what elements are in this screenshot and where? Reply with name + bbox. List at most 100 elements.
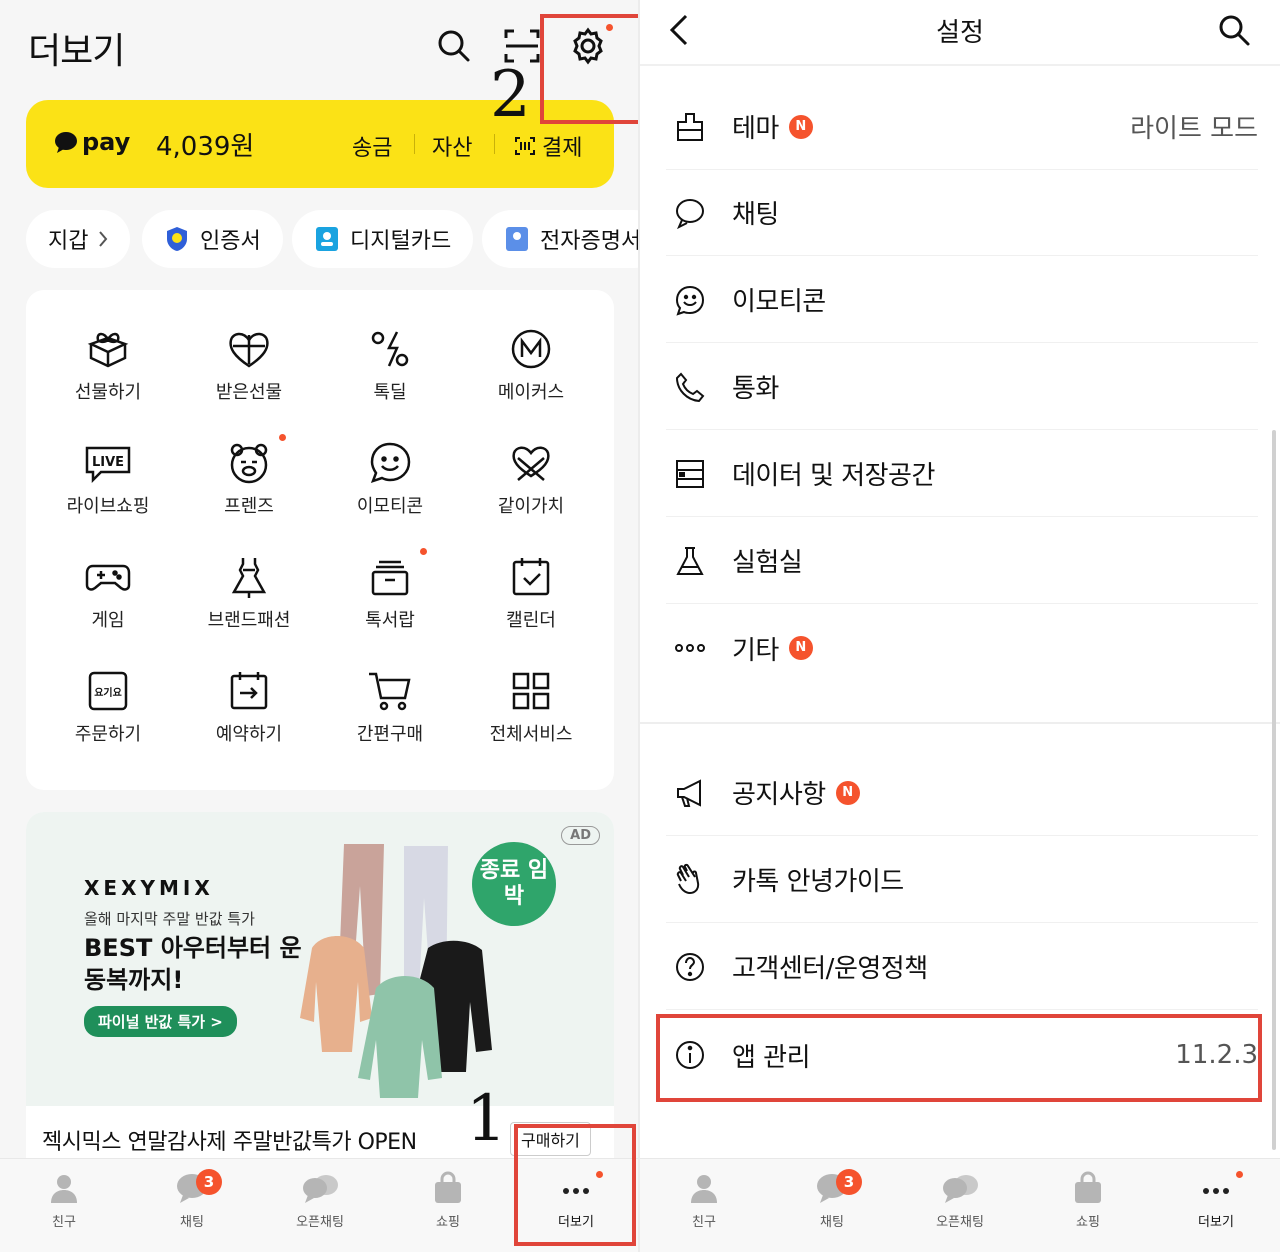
settings-row-data-storage[interactable]: 데이터 및 저장공간 <box>666 431 1258 517</box>
settings-row-notice[interactable]: 공지사항 N <box>666 750 1258 836</box>
service-grid: 선물하기 받은선물 톡딜 메이커스 LIVE 라이브쇼핑 프렌즈 이모티콘 같이… <box>26 290 614 790</box>
grid-item-easy-buy[interactable]: 간편구매 <box>320 668 460 746</box>
wave-hand-icon <box>666 863 714 897</box>
new-badge: N <box>788 636 813 660</box>
settings-row-guide[interactable]: 카톡 안녕가이드 <box>666 837 1258 923</box>
grid-item-makers[interactable]: 메이커스 <box>461 326 601 404</box>
makers-m-icon <box>511 329 551 369</box>
new-badge: N <box>835 780 860 805</box>
friends-bear-icon <box>230 443 268 484</box>
open-chat-icon <box>303 1175 338 1203</box>
search-icon[interactable] <box>434 26 474 66</box>
heart-gift-icon <box>229 332 269 368</box>
smile-bubble-icon <box>370 442 411 484</box>
svg-text:요기요: 요기요 <box>94 686 122 699</box>
storage-icon <box>666 458 714 490</box>
page-title: 설정 <box>936 18 984 48</box>
tab-chat[interactable]: 3 채팅 <box>768 1169 896 1230</box>
highlight-box-more-tab <box>514 1124 636 1246</box>
ad-tag: AD <box>561 826 600 845</box>
open-chat-icon <box>943 1175 978 1203</box>
chip-wallet[interactable]: 지갑 <box>26 210 131 268</box>
more-screen: 더보기 pay 4,039원 송금 자산 결제 지갑 인증서 디지털카드 전자증… <box>0 0 640 1252</box>
highlight-box-settings <box>540 14 640 124</box>
tab-friends[interactable]: 친구 <box>0 1171 128 1230</box>
settings-row-call[interactable]: 통화 <box>666 344 1258 430</box>
person-icon <box>51 1175 77 1203</box>
shopping-bag-icon <box>1075 1171 1101 1203</box>
dress-icon <box>231 558 267 598</box>
settings-row-theme[interactable]: 테마 N 라이트 모드 <box>666 84 1258 170</box>
page-title: 더보기 <box>28 31 125 72</box>
cart-icon <box>369 672 411 711</box>
chip-e-certificate[interactable]: 전자증명서 <box>482 210 640 268</box>
settings-row-lab[interactable]: 실험실 <box>666 518 1258 604</box>
grid-item-emoticon[interactable]: 이모티콘 <box>320 440 460 518</box>
chat-badge: 3 <box>836 1169 862 1195</box>
annotation-step-1: 1 <box>466 1082 507 1156</box>
grid-item-game[interactable]: 게임 <box>38 554 178 632</box>
ad-headline: BEST 아우터부터 운동복까지! <box>84 934 302 994</box>
grid-item-all-services[interactable]: 전체서비스 <box>461 668 601 746</box>
ad-cta-button[interactable]: 파이널 반값 특가 > <box>84 1006 237 1037</box>
new-dot <box>420 548 427 555</box>
grid-item-calendar[interactable]: 캘린더 <box>461 554 601 632</box>
megaphone-icon <box>666 777 714 809</box>
gift-box-icon <box>87 332 129 368</box>
calendar-check-icon <box>512 558 550 596</box>
shield-icon <box>167 227 187 251</box>
grid-item-together[interactable]: 같이가치 <box>461 440 601 518</box>
document-icon <box>506 227 528 251</box>
pay-bubble-icon <box>55 132 77 153</box>
settings-row-help[interactable]: 고객센터/운영정책 <box>666 924 1258 1010</box>
tab-friends[interactable]: 친구 <box>640 1171 768 1230</box>
search-icon[interactable] <box>1216 12 1252 52</box>
grid-item-brand-fashion[interactable]: 브랜드패션 <box>179 554 319 632</box>
phone-icon <box>666 371 714 403</box>
tab-open-chat[interactable]: 오픈채팅 <box>896 1171 1024 1230</box>
ad-brand: XEXYMIX <box>84 876 214 900</box>
drawer-icon <box>371 560 409 596</box>
grid-item-talk-drawer[interactable]: 톡서랍 <box>320 548 460 632</box>
grid-item-friends[interactable]: 프렌즈 <box>179 434 319 518</box>
scrollbar[interactable] <box>1272 430 1276 1150</box>
grid-item-order[interactable]: 요기요 주문하기 <box>38 668 178 746</box>
grid-item-live-shopping[interactable]: LIVE 라이브쇼핑 <box>38 440 178 518</box>
chat-badge: 3 <box>196 1169 222 1195</box>
tab-chat[interactable]: 3 채팅 <box>128 1169 256 1230</box>
more-horizontal-icon <box>666 632 714 664</box>
ad-ending-badge: 종료 임박 <box>472 842 556 926</box>
help-circle-icon <box>666 951 714 983</box>
settings-row-emoticon[interactable]: 이모티콘 <box>666 257 1258 343</box>
grid-item-talkdeal[interactable]: 톡딜 <box>320 326 460 404</box>
grid-item-gift[interactable]: 선물하기 <box>38 326 178 404</box>
settings-row-chat[interactable]: 채팅 <box>666 170 1258 256</box>
percent-bolt-icon <box>371 331 409 367</box>
emoticon-icon <box>666 284 714 316</box>
pay-assets-button[interactable]: 자산 <box>432 130 472 162</box>
settings-row-etc[interactable]: 기타 N <box>666 605 1258 691</box>
tab-more[interactable]: 더보기 <box>1152 1171 1280 1230</box>
pay-balance[interactable]: 4,039원 <box>156 126 254 163</box>
chip-digital-card[interactable]: 디지털카드 <box>292 210 474 268</box>
flask-icon <box>666 545 714 577</box>
tab-open-chat[interactable]: 오픈채팅 <box>256 1171 384 1230</box>
chip-certificate[interactable]: 인증서 <box>142 210 283 268</box>
tab-shopping[interactable]: 쇼핑 <box>384 1171 512 1230</box>
pay-transfer-button[interactable]: 송금 <box>352 130 392 162</box>
grid-apps-icon <box>512 672 550 710</box>
tab-shopping[interactable]: 쇼핑 <box>1024 1171 1152 1230</box>
id-card-icon <box>316 227 338 251</box>
shopping-bag-icon <box>435 1171 461 1203</box>
new-dot <box>1236 1171 1243 1178</box>
pay-logo: pay <box>54 128 130 156</box>
grid-item-received-gift[interactable]: 받은선물 <box>179 326 319 404</box>
ad-image[interactable]: AD XEXYMIX 올해 마지막 주말 반값 특가 BEST 아우터부터 운동… <box>26 812 614 1106</box>
bottom-tab-bar: 친구 3 채팅 오픈채팅 쇼핑 더보기 <box>640 1158 1280 1252</box>
pay-payment-button[interactable]: 결제 <box>514 130 582 162</box>
grid-item-reservation[interactable]: 예약하기 <box>179 668 319 746</box>
highlight-box-app-management <box>656 1014 1262 1102</box>
settings-screen: 설정 테마 N 라이트 모드 채팅 이모티콘 통화 데이터 및 저장공간 실험실… <box>640 0 1280 1252</box>
chevron-right-icon <box>99 231 108 247</box>
ad-text[interactable]: 젝시믹스 연말감사제 주말반값특가 OPEN <box>42 1124 417 1156</box>
